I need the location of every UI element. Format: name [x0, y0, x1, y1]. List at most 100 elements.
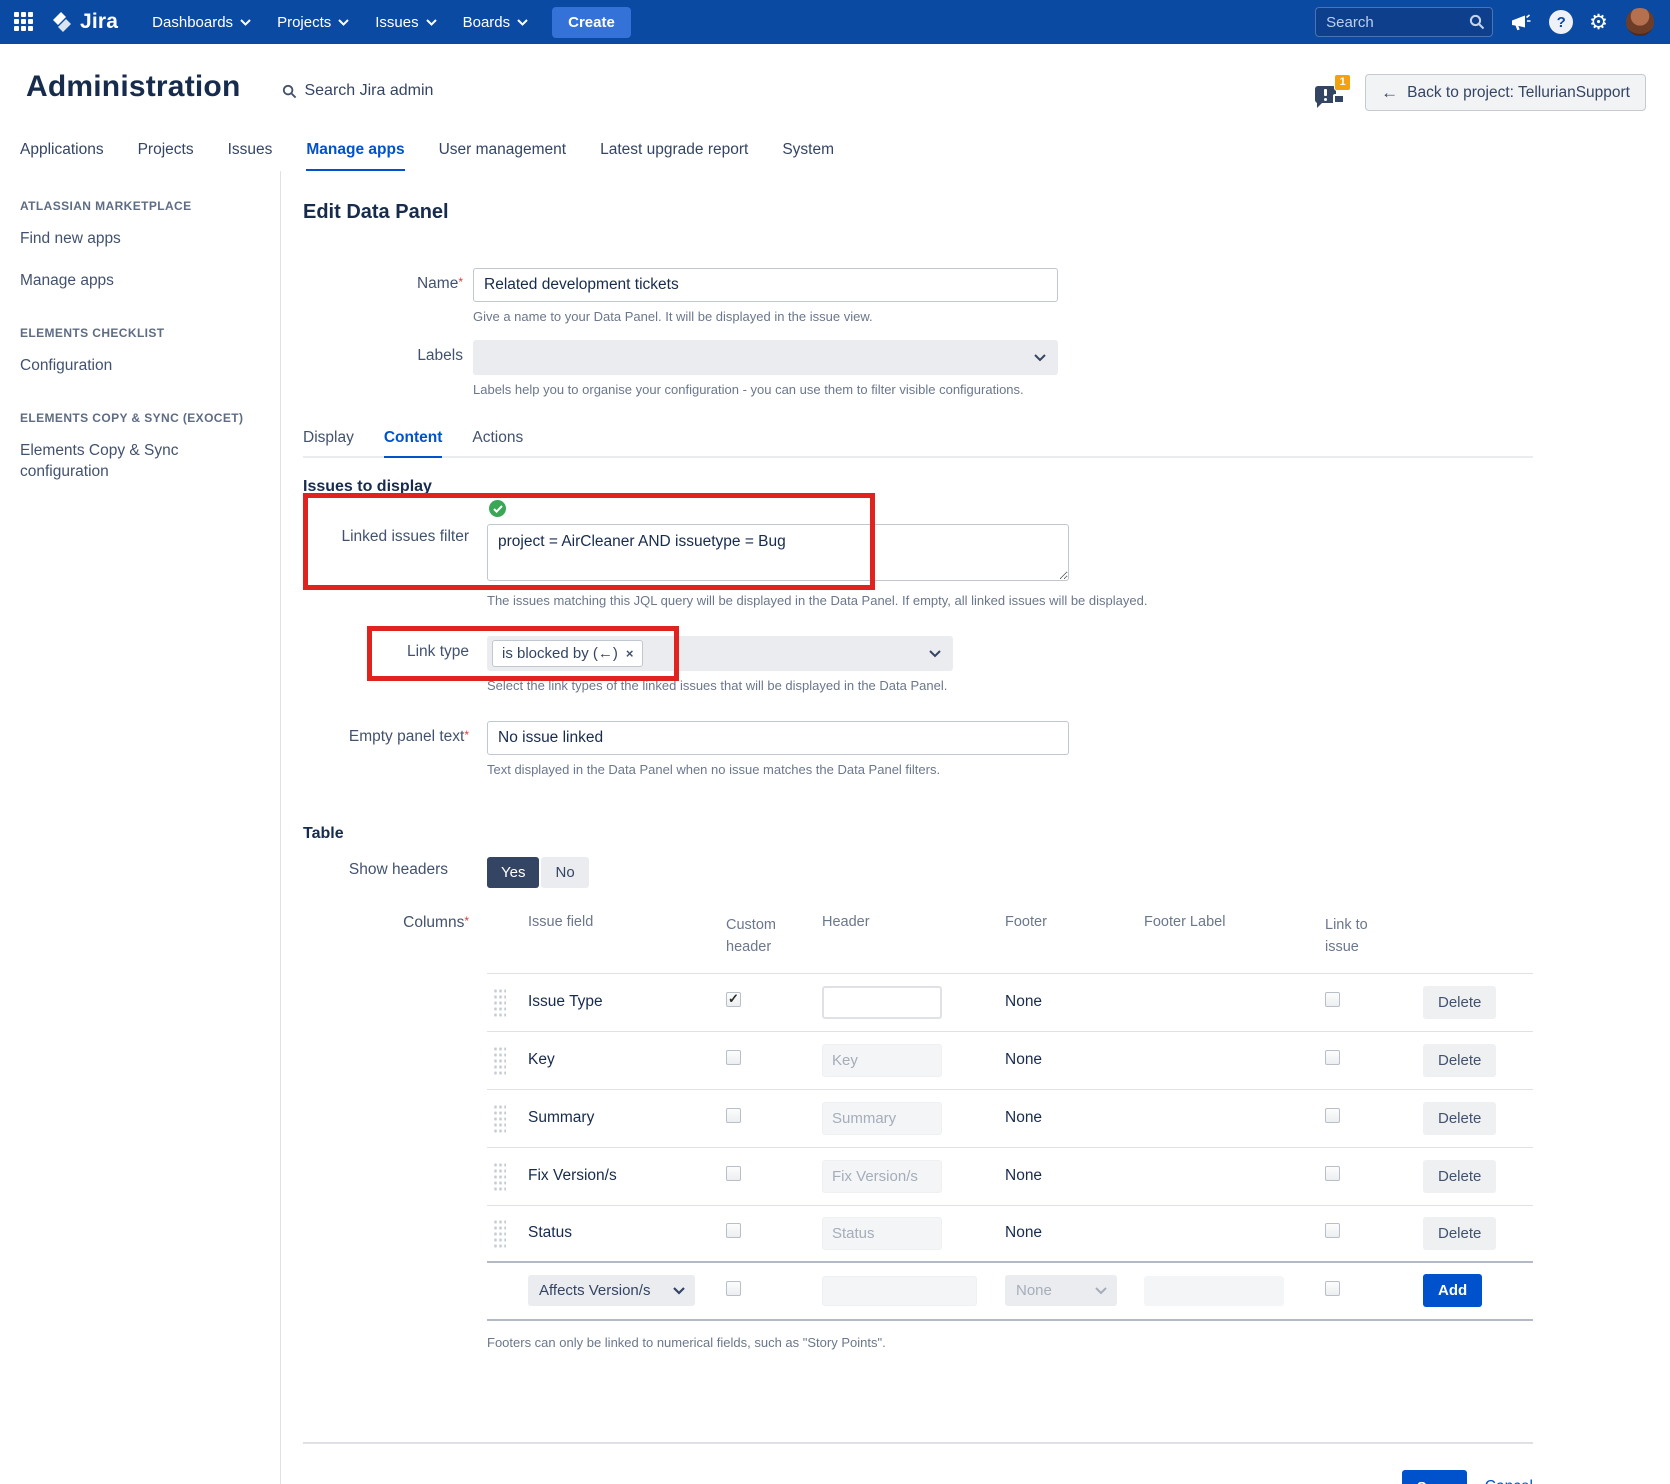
nav-dashboards[interactable]: Dashboards	[142, 8, 261, 37]
back-arrow-icon: ←	[1381, 83, 1398, 103]
help-icon[interactable]: ?	[1549, 10, 1573, 34]
link-to-issue-checkbox[interactable]	[1325, 1281, 1340, 1296]
custom-header-checkbox[interactable]	[726, 992, 741, 1007]
tab-system[interactable]: System	[782, 141, 834, 171]
header-input[interactable]	[822, 1217, 942, 1250]
search-icon	[282, 84, 297, 99]
link-to-issue-checkbox[interactable]	[1325, 992, 1340, 1007]
sidebar-item-copy-sync-configuration[interactable]: Elements Copy & Sync configuration	[20, 441, 235, 483]
drag-handle-icon[interactable]	[493, 1161, 506, 1191]
chevron-down-icon	[240, 19, 251, 26]
search-input[interactable]	[1315, 7, 1493, 37]
footer-value: None	[1005, 993, 1144, 1011]
admin-search[interactable]: Search Jira admin	[282, 82, 433, 100]
footer-value: None	[1005, 1109, 1144, 1127]
gear-icon[interactable]: ⚙	[1589, 10, 1608, 35]
table-row: Summary None Delete	[487, 1089, 1533, 1147]
avatar[interactable]	[1624, 6, 1656, 38]
custom-header-checkbox[interactable]	[726, 1281, 741, 1296]
delete-button[interactable]: Delete	[1423, 1102, 1496, 1135]
header-input[interactable]	[822, 1044, 942, 1077]
custom-header-checkbox[interactable]	[726, 1166, 741, 1181]
footer-label-input[interactable]	[1144, 1276, 1284, 1306]
delete-button[interactable]: Delete	[1423, 986, 1496, 1019]
drag-handle-icon[interactable]	[493, 987, 506, 1017]
custom-header-checkbox[interactable]	[726, 1050, 741, 1065]
link-to-issue-checkbox[interactable]	[1325, 1166, 1340, 1181]
search-icon[interactable]	[1469, 14, 1485, 30]
show-headers-yes-button[interactable]: Yes	[487, 857, 539, 888]
table-row: Issue Type None Delete	[487, 973, 1533, 1031]
header-input[interactable]	[822, 986, 942, 1019]
jira-logo[interactable]: Jira	[50, 10, 118, 34]
create-button[interactable]: Create	[552, 7, 631, 38]
tab-display[interactable]: Display	[303, 429, 354, 456]
footer-select[interactable]: None	[1005, 1275, 1117, 1306]
tab-applications[interactable]: Applications	[20, 141, 104, 171]
tab-issues[interactable]: Issues	[228, 141, 273, 171]
link-to-issue-checkbox[interactable]	[1325, 1108, 1340, 1123]
app-switcher-icon[interactable]	[14, 12, 34, 32]
header-input[interactable]	[822, 1160, 942, 1193]
tab-projects[interactable]: Projects	[138, 141, 194, 171]
add-button[interactable]: Add	[1423, 1274, 1482, 1307]
col-header-footer-label: Footer Label	[1144, 914, 1325, 930]
custom-header-checkbox[interactable]	[726, 1223, 741, 1238]
nav-projects[interactable]: Projects	[267, 8, 359, 37]
tab-content[interactable]: Content	[384, 429, 443, 458]
link-to-issue-checkbox[interactable]	[1325, 1050, 1340, 1065]
tab-user-management[interactable]: User management	[439, 141, 567, 171]
tab-manage-apps[interactable]: Manage apps	[306, 141, 404, 171]
custom-header-checkbox[interactable]	[726, 1108, 741, 1123]
empty-panel-text-input[interactable]	[487, 721, 1069, 755]
back-to-project-button[interactable]: ← Back to project: TellurianSupport	[1365, 74, 1646, 111]
name-label: Name*	[303, 268, 473, 293]
notification-icon[interactable]: 1	[1313, 76, 1351, 110]
empty-panel-help: Text displayed in the Data Panel when no…	[487, 762, 1533, 777]
empty-panel-text-label: Empty panel text*	[303, 721, 487, 746]
page-title: Edit Data Panel	[303, 201, 1533, 224]
link-type-help: Select the link types of the linked issu…	[487, 678, 1533, 693]
show-headers-no-button[interactable]: No	[541, 857, 588, 888]
cancel-link[interactable]: Cancel	[1485, 1478, 1533, 1484]
announcement-icon[interactable]	[1509, 11, 1533, 33]
name-input[interactable]	[473, 268, 1058, 302]
delete-button[interactable]: Delete	[1423, 1217, 1496, 1250]
sidebar-item-configuration[interactable]: Configuration	[20, 356, 235, 377]
nav-issues[interactable]: Issues	[365, 8, 446, 37]
link-to-issue-checkbox[interactable]	[1325, 1223, 1340, 1238]
admin-sidebar: ATLASSIAN MARKETPLACE Find new apps Mana…	[0, 171, 281, 1484]
linked-issues-filter-label: Linked issues filter	[303, 500, 487, 546]
delete-button[interactable]: Delete	[1423, 1044, 1496, 1077]
header-input[interactable]	[822, 1276, 977, 1306]
link-type-select[interactable]: is blocked by (←) ×	[487, 636, 953, 671]
tab-actions[interactable]: Actions	[472, 429, 523, 456]
form-actions: Save Cancel	[303, 1470, 1533, 1484]
sidebar-item-find-new-apps[interactable]: Find new apps	[20, 229, 235, 250]
labels-label: Labels	[303, 340, 473, 365]
labels-select[interactable]	[473, 340, 1058, 375]
main-panel: Edit Data Panel Name* Give a name to you…	[281, 171, 1670, 1484]
drag-handle-icon[interactable]	[493, 1045, 506, 1075]
delete-button[interactable]: Delete	[1423, 1160, 1496, 1193]
footer-value: None	[1005, 1167, 1144, 1185]
labels-help: Labels help you to organise your configu…	[473, 382, 1533, 397]
header-input[interactable]	[822, 1102, 942, 1135]
chevron-down-icon	[426, 19, 437, 26]
issues-to-display-heading: Issues to display	[303, 478, 1533, 496]
footer-value: None	[1005, 1051, 1144, 1069]
chevron-down-icon	[517, 19, 528, 26]
jql-filter-textarea[interactable]: project = AirCleaner AND issuetype = Bug	[487, 524, 1069, 581]
remove-chip-icon[interactable]: ×	[626, 646, 634, 661]
name-help: Give a name to your Data Panel. It will …	[473, 309, 1533, 324]
tab-latest-upgrade-report[interactable]: Latest upgrade report	[600, 141, 748, 171]
drag-handle-icon[interactable]	[493, 1103, 506, 1133]
nav-boards[interactable]: Boards	[453, 8, 539, 37]
drag-handle-icon[interactable]	[493, 1218, 506, 1248]
page-title-administration: Administration	[26, 70, 240, 104]
sidebar-item-manage-apps[interactable]: Manage apps	[20, 271, 235, 292]
issue-field-select[interactable]: Affects Version/s	[528, 1275, 695, 1306]
chevron-down-icon	[1095, 1287, 1107, 1295]
save-button[interactable]: Save	[1402, 1470, 1467, 1484]
table-row: Status None Delete	[487, 1205, 1533, 1263]
